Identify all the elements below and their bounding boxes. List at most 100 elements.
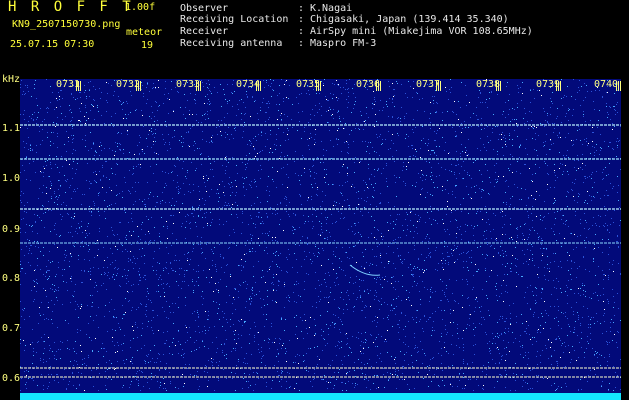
noise-speckle [181,355,182,356]
noise-speckle [211,93,212,94]
noise-speckle [565,346,566,347]
noise-speckle [266,112,267,113]
noise-speckle [293,233,294,234]
noise-speckle [144,263,145,264]
noise-speckle [235,348,236,349]
noise-speckle [74,213,75,214]
noise-speckle [490,350,491,351]
noise-speckle [481,118,482,119]
noise-speckle [519,341,520,342]
noise-speckle [451,171,452,172]
noise-speckle [96,152,97,153]
noise-speckle [270,86,271,87]
noise-speckle [23,310,24,311]
noise-speckle [76,361,77,362]
noise-speckle [427,374,428,375]
noise-speckle [216,271,217,272]
noise-speckle [184,194,185,195]
noise-speckle [273,253,274,254]
noise-speckle [397,248,398,249]
noise-speckle [299,355,300,356]
noise-speckle [605,167,606,168]
noise-speckle [136,379,137,380]
noise-speckle [62,216,63,217]
noise-speckle [336,221,337,222]
noise-speckle [401,300,402,301]
noise-speckle [590,120,591,121]
noise-speckle [285,140,286,141]
noise-speckle [48,108,49,109]
noise-speckle [251,289,252,290]
noise-speckle [349,299,350,300]
noise-speckle [74,360,75,361]
noise-speckle [436,369,437,370]
noise-speckle [613,106,614,107]
noise-speckle [405,315,406,316]
noise-speckle [465,224,466,225]
noise-speckle [49,155,50,156]
noise-speckle [302,155,303,156]
noise-speckle [65,250,66,251]
noise-speckle [378,300,379,301]
noise-speckle [91,104,92,105]
noise-speckle [195,103,196,104]
noise-speckle [409,300,410,301]
noise-speckle [327,343,328,344]
noise-speckle [557,363,558,364]
noise-speckle [156,362,157,363]
noise-speckle [390,215,391,216]
noise-speckle [128,270,129,271]
noise-speckle [393,252,394,253]
noise-speckle [130,259,131,260]
noise-speckle [613,186,614,187]
noise-speckle [566,155,567,156]
noise-speckle [349,207,350,208]
noise-speckle [379,244,380,245]
noise-speckle [482,289,483,290]
noise-speckle [21,80,22,81]
noise-speckle [209,84,210,85]
noise-speckle [392,99,393,100]
noise-speckle [604,274,605,275]
noise-speckle [315,129,316,130]
noise-speckle [26,370,27,371]
noise-speckle [319,301,320,302]
noise-speckle [322,232,323,233]
noise-speckle [245,261,246,262]
noise-speckle [502,132,503,133]
noise-speckle [475,192,476,193]
noise-speckle [120,144,121,145]
noise-speckle [131,95,132,96]
noise-speckle [222,352,223,353]
noise-speckle [267,290,268,291]
noise-speckle [207,223,208,224]
noise-speckle [558,321,559,322]
noise-speckle [482,371,483,372]
noise-speckle [568,226,569,227]
noise-speckle [597,321,598,322]
noise-speckle [109,278,110,279]
noise-speckle [234,232,235,233]
noise-speckle [348,102,349,103]
noise-speckle [286,361,287,362]
y-tick-label: 0.9 [2,224,21,235]
noise-speckle [307,238,308,239]
noise-speckle [609,383,610,384]
noise-speckle [377,375,378,376]
noise-speckle [466,150,467,151]
noise-speckle [172,137,173,138]
noise-speckle [433,103,434,104]
noise-speckle [104,123,105,124]
noise-speckle [449,234,450,235]
filename-label: KN9_2507150730.png [12,19,121,30]
noise-speckle [196,375,197,376]
noise-speckle [441,363,442,364]
noise-speckle [393,228,394,229]
noise-speckle [244,195,245,196]
noise-speckle [54,355,55,356]
noise-speckle [520,335,521,336]
noise-speckle [497,151,498,152]
noise-speckle [435,220,436,221]
noise-speckle [420,217,421,218]
noise-speckle [345,89,346,90]
